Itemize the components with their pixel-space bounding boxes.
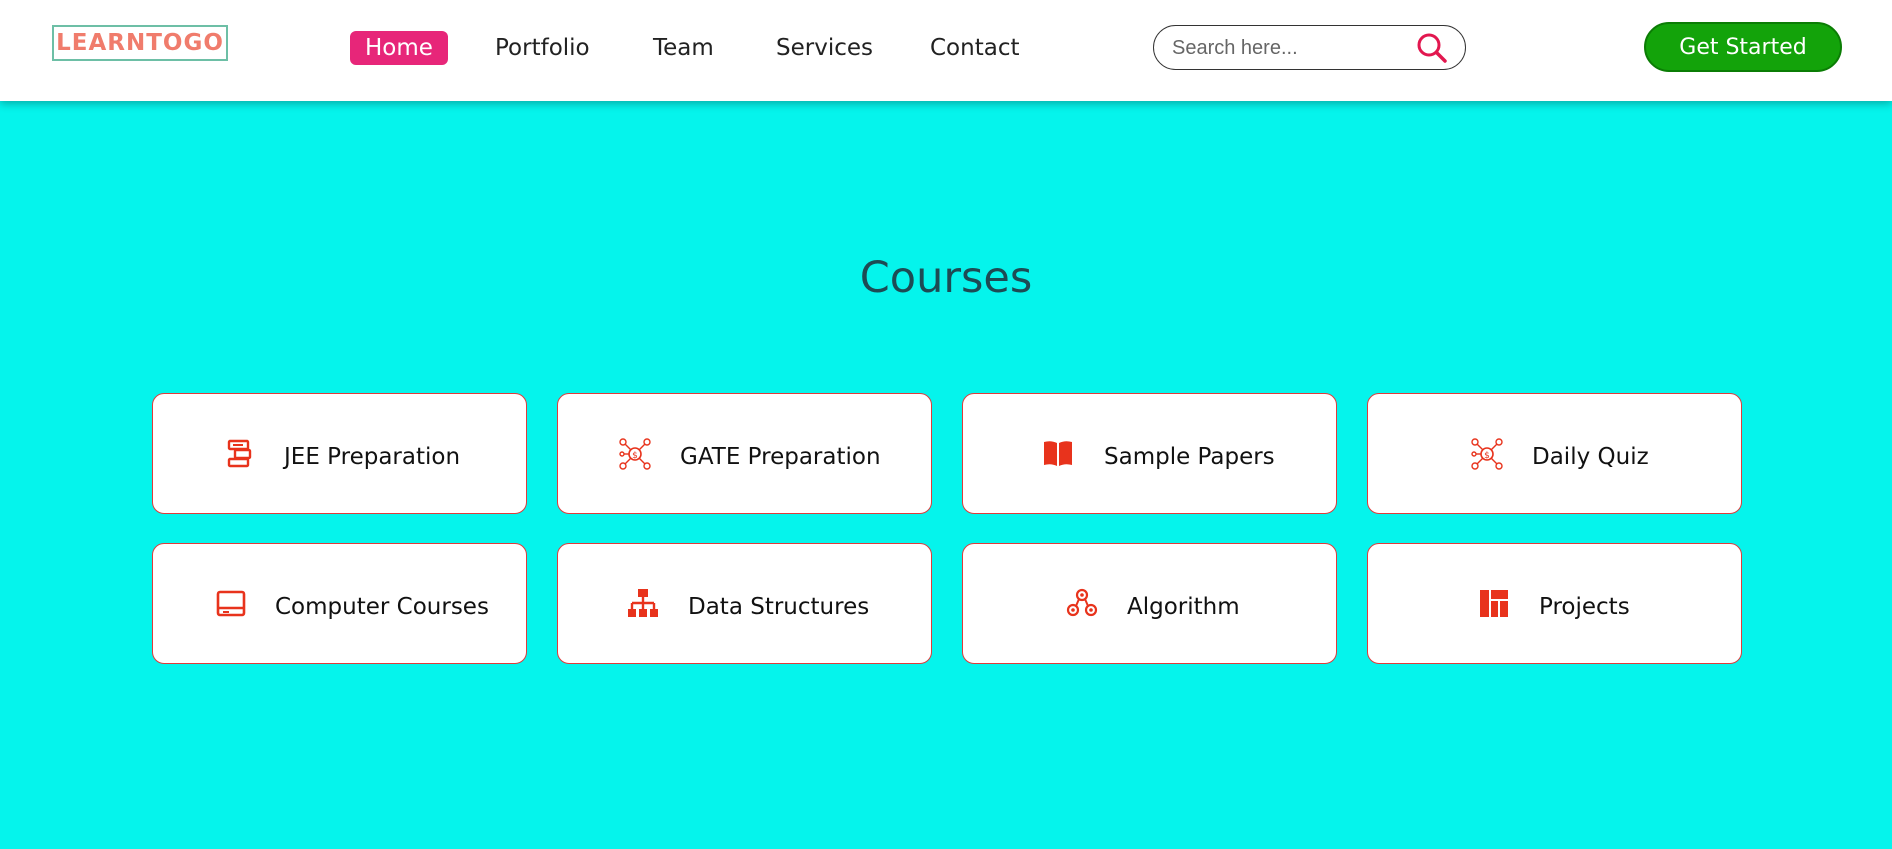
section-title: Courses [859, 253, 1033, 303]
course-label: Data Structures [688, 594, 870, 620]
course-label: Computer Courses [275, 594, 489, 620]
search-input[interactable] [1170, 34, 1414, 62]
course-card-computer[interactable]: Computer Courses [152, 543, 527, 664]
sitemap-icon [628, 589, 658, 617]
nav-team[interactable]: Team [653, 31, 714, 65]
course-label: JEE Preparation [284, 444, 461, 470]
layout-icon [1480, 590, 1508, 617]
svg-text:$: $ [1484, 451, 1490, 461]
course-label: Daily Quiz [1532, 444, 1649, 470]
exam-icon [227, 439, 252, 468]
book-icon [1044, 441, 1072, 466]
svg-text:$: $ [632, 451, 638, 461]
course-label: GATE Preparation [680, 444, 881, 470]
course-card-daily-quiz[interactable]: $ Daily Quiz [1367, 393, 1742, 514]
network-icon: $ [1471, 438, 1503, 470]
get-started-button[interactable]: Get Started [1644, 22, 1842, 72]
course-card-jee[interactable]: JEE Preparation [152, 393, 527, 514]
nav-contact[interactable]: Contact [930, 31, 1019, 65]
logo-text: LEARNTOGO [56, 30, 224, 56]
course-label: Algorithm [1127, 594, 1240, 620]
logo[interactable]: LEARNTOGO [52, 25, 228, 61]
laptop-icon [216, 590, 246, 617]
nav-home[interactable]: Home [350, 31, 448, 65]
molecule-icon [1066, 588, 1098, 617]
course-label: Projects [1539, 594, 1630, 620]
course-card-data-structures[interactable]: Data Structures [557, 543, 932, 664]
navbar: LEARNTOGO Home Portfolio Team Services C… [0, 0, 1892, 101]
nav-portfolio[interactable]: Portfolio [495, 31, 590, 65]
course-card-projects[interactable]: Projects [1367, 543, 1742, 664]
network-icon: $ [619, 438, 651, 470]
search-box [1153, 25, 1466, 70]
course-card-gate[interactable]: $ GATE Preparation [557, 393, 932, 514]
nav-services[interactable]: Services [776, 31, 873, 65]
course-card-sample-papers[interactable]: Sample Papers [962, 393, 1337, 514]
course-label: Sample Papers [1104, 444, 1275, 470]
search-icon[interactable] [1414, 30, 1450, 66]
course-card-algorithm[interactable]: Algorithm [962, 543, 1337, 664]
